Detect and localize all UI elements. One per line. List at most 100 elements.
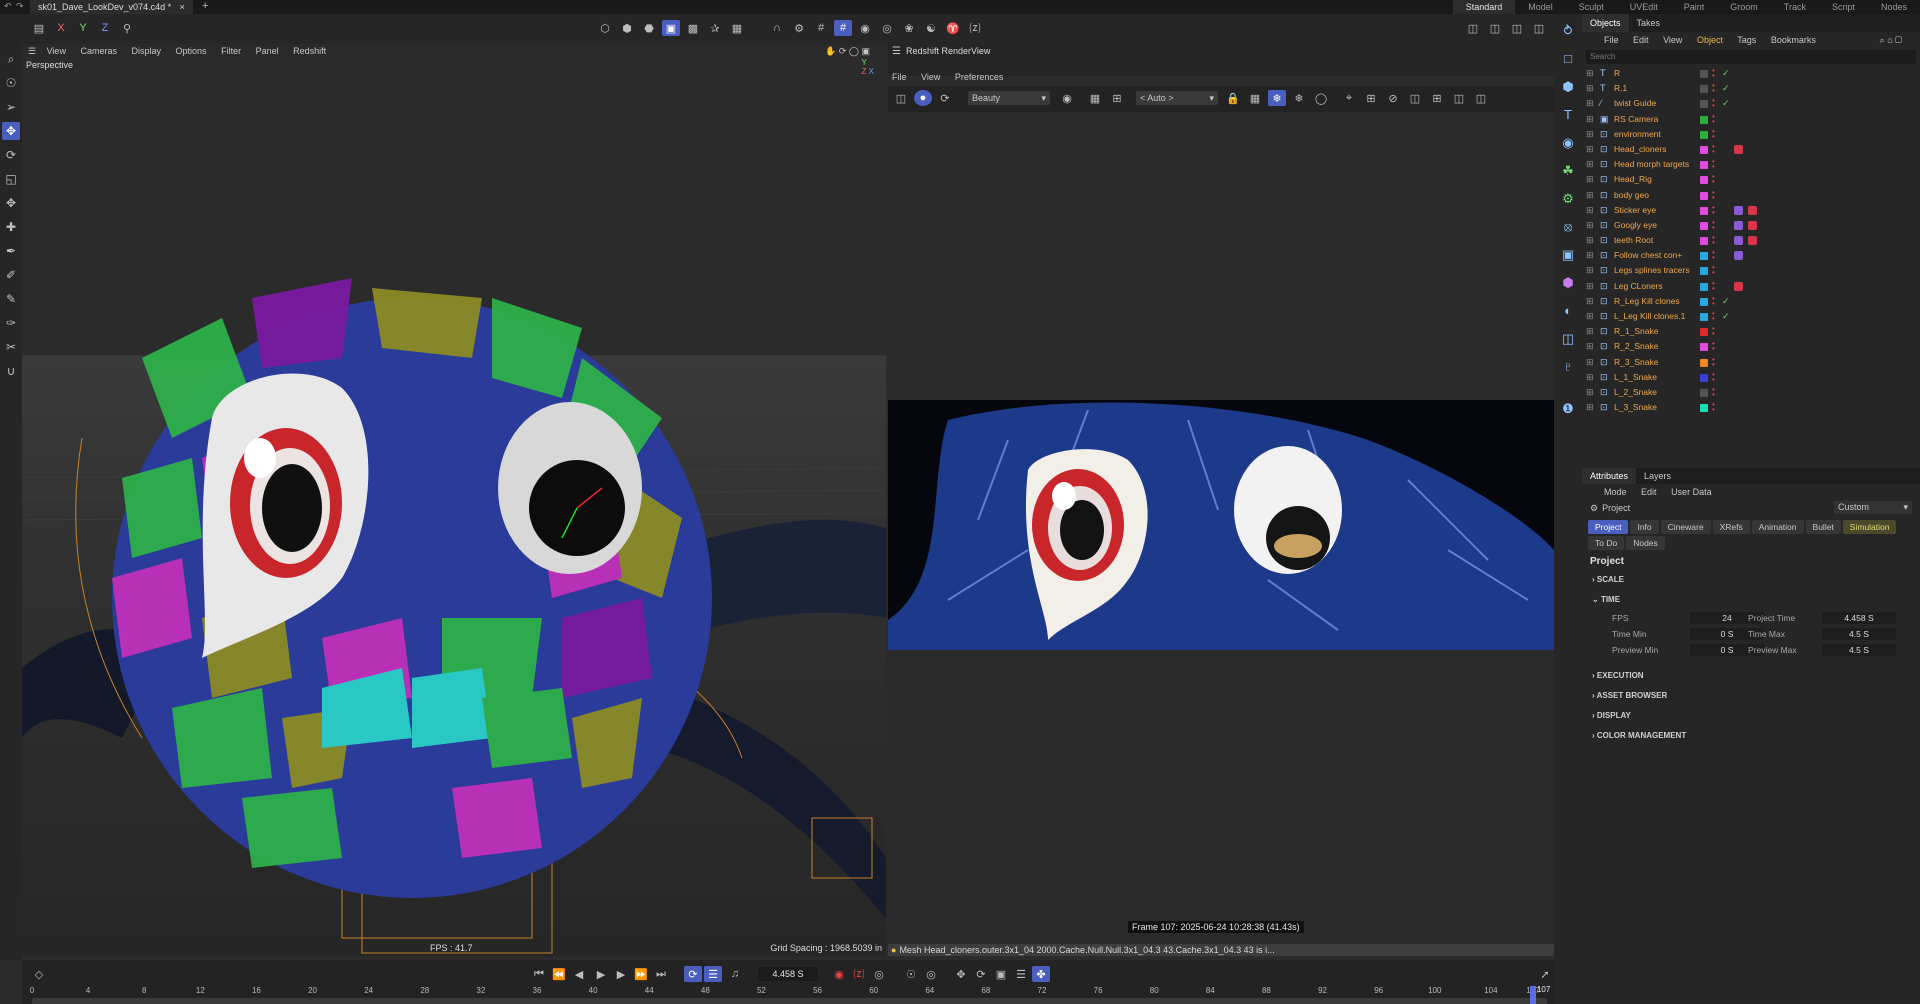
expand-icon[interactable]: ⊞ (1586, 294, 1594, 309)
object-name[interactable]: R_1_Snake (1614, 324, 1658, 339)
object-row[interactable]: ⊞ ⊡ Head_Rig • • (1582, 172, 1920, 187)
object-menu-file[interactable]: File (1604, 35, 1619, 45)
layer-color-swatch[interactable] (1700, 130, 1708, 139)
magnet-icon[interactable]: ∩ (768, 20, 786, 36)
compare-icon[interactable]: ◫ (1450, 90, 1468, 106)
object-name[interactable]: Head morph targets (1614, 157, 1689, 172)
field-icon[interactable]: ⦻ (1557, 216, 1579, 238)
xpresso-tag-icon[interactable] (1734, 205, 1743, 215)
timeline-ruler[interactable]: 0 4 8 12 16 20 24 28 32 36 40 44 48 52 56 60 64 68 72 76 80 8… (30, 986, 1547, 998)
transform-icon[interactable]: ✥ (2, 194, 20, 212)
visibility-dots[interactable]: • • (1712, 249, 1716, 262)
object-name[interactable]: body geo (1614, 188, 1649, 203)
viewport-menu-options[interactable]: Options (176, 46, 207, 56)
layer-color-swatch[interactable] (1700, 70, 1708, 78)
object-name[interactable]: RS Camera (1614, 112, 1658, 127)
camera-dropdown[interactable]: < Auto > ▾ (1136, 91, 1218, 105)
object-name[interactable]: L_1_Snake (1614, 370, 1657, 385)
document-tab[interactable]: sk01_Dave_LookDev_v074.c4d * × (30, 0, 193, 14)
previous-key-icon[interactable]: ⏪ (550, 966, 568, 982)
compass-icon[interactable]: ❶ (1557, 398, 1579, 420)
object-row[interactable]: ⊞ ⊡ R_Leg Kill clones • • ✓ (1582, 294, 1920, 309)
project-tab-cineware[interactable]: Cineware (1660, 520, 1711, 534)
null-object-icon[interactable]: ⥁ (1557, 20, 1579, 42)
environment-icon[interactable]: ◐ (1557, 300, 1579, 322)
axis-y-button[interactable]: Y (74, 20, 92, 36)
layout-groom[interactable]: Groom (1717, 0, 1771, 14)
layer-color-swatch[interactable] (1700, 358, 1708, 367)
object-row[interactable]: ⊞ ⊡ L_1_Snake • • (1582, 370, 1920, 385)
visibility-dots[interactable]: • • (1712, 355, 1716, 368)
paint-icon[interactable]: ✐ (2, 266, 20, 284)
layout-sculpt[interactable]: Sculpt (1566, 0, 1617, 14)
layer-color-swatch[interactable] (1700, 297, 1708, 306)
visibility-dots[interactable]: • • (1712, 97, 1716, 110)
visibility-dots[interactable]: • • (1712, 310, 1716, 323)
sculpt-icon[interactable]: ✎ (2, 290, 20, 308)
snap-enable-icon[interactable]: # (834, 20, 852, 36)
parameter-key-icon[interactable]: ⟳ (972, 966, 990, 982)
viewport-menu-view[interactable]: View (47, 46, 66, 56)
expand-icon[interactable]: ⊞ (1586, 81, 1594, 96)
new-tab-button[interactable]: + (202, 0, 208, 12)
attr-menu-edit[interactable]: Edit (1641, 487, 1657, 497)
visibility-dots[interactable]: • • (1712, 234, 1716, 247)
spline-icon[interactable]: □ (1557, 48, 1579, 70)
object-mode-icon[interactable]: ▩ (684, 20, 702, 36)
section-asset-browser[interactable]: › ASSET BROWSER (1582, 686, 1920, 706)
project-tab-simulation[interactable]: Simulation (1842, 520, 1897, 534)
time-max-field[interactable]: 4.5 S (1822, 628, 1896, 640)
tab-takes[interactable]: Takes (1629, 14, 1669, 32)
text-tool-icon[interactable]: T (1557, 104, 1579, 126)
object-row[interactable]: ⊞ ⊡ R_2_Snake • • (1582, 339, 1920, 354)
rotation-key-icon[interactable]: ✥ (952, 966, 970, 982)
circle-icon[interactable]: ◯ (1312, 90, 1330, 106)
focus-icon[interactable]: ⌖ (1340, 90, 1358, 106)
expand-icon[interactable]: ⊞ (1586, 96, 1594, 111)
texture-mode-icon[interactable]: ▦ (728, 20, 746, 36)
visibility-dots[interactable]: • • (1712, 82, 1716, 95)
object-row[interactable]: ⊞ ⊡ Head_cloners • • (1582, 142, 1920, 157)
object-row[interactable]: ⊞ ⊡ Leg CLoners • • (1582, 279, 1920, 294)
expand-icon[interactable]: ⊞ (1586, 279, 1594, 294)
layer-color-swatch[interactable] (1700, 176, 1708, 185)
object-name[interactable]: Follow chest con+ (1614, 248, 1682, 263)
expand-icon[interactable]: ⊞ (1586, 370, 1594, 385)
layer-color-swatch[interactable] (1700, 404, 1708, 413)
enabled-check-icon[interactable]: ✓ (1722, 66, 1730, 81)
expand-icon[interactable]: ⊞ (1586, 355, 1594, 370)
enabled-check-icon[interactable]: ✓ (1722, 294, 1730, 309)
camera-object-icon[interactable]: ◫ (1557, 328, 1579, 350)
close-tab-icon[interactable]: × (180, 2, 185, 12)
object-row[interactable]: ⊞ ⁄ twist Guide • • ✓ (1582, 96, 1920, 111)
expand-icon[interactable]: ⊞ (1586, 218, 1594, 233)
record-icon[interactable]: ◉ (830, 966, 848, 982)
object-row[interactable]: ⊞ ⊡ L_Leg Kill clones.1 • • ✓ (1582, 309, 1920, 324)
project-tab-xrefs[interactable]: XRefs (1712, 520, 1750, 534)
redshift-tag-icon[interactable] (1734, 144, 1743, 154)
selection-icon[interactable]: ➢ (2, 98, 20, 116)
visibility-dots[interactable]: • • (1712, 173, 1716, 186)
viewport-menu-display[interactable]: Display (132, 46, 162, 56)
expand-icon[interactable]: ⊞ (1586, 400, 1594, 415)
object-name[interactable]: R_Leg Kill clones (1614, 294, 1680, 309)
project-tab-project[interactable]: Project (1588, 520, 1629, 534)
visibility-dots[interactable]: • • (1712, 370, 1716, 383)
layout-standard[interactable]: Standard (1452, 0, 1516, 14)
expand-icon[interactable]: ⊞ (1586, 172, 1594, 187)
render-view-icon[interactable]: ◎ (878, 20, 896, 36)
position-key-icon[interactable]: ☉ (902, 966, 920, 982)
axis-mode-icon[interactable]: ✰ (706, 20, 724, 36)
model-mode-icon[interactable]: ▣ (662, 20, 680, 36)
knife-icon[interactable]: ✂ (2, 338, 20, 356)
object-row[interactable]: ⊞ ⊡ Head morph targets • • (1582, 157, 1920, 172)
autokey-icon[interactable]: ⒵ (850, 966, 868, 982)
undo-panel-icon[interactable]: ▤ (30, 20, 48, 36)
redshift-icon[interactable]: ☯ (922, 20, 940, 36)
layer-color-swatch[interactable] (1700, 267, 1708, 276)
expand-icon[interactable]: ⊞ (1586, 339, 1594, 354)
section-scale[interactable]: › SCALE (1582, 570, 1920, 590)
layer-color-swatch[interactable] (1700, 328, 1708, 337)
expand-icon[interactable]: ⊞ (1586, 233, 1594, 248)
sound-icon[interactable]: ♫ (726, 966, 744, 982)
